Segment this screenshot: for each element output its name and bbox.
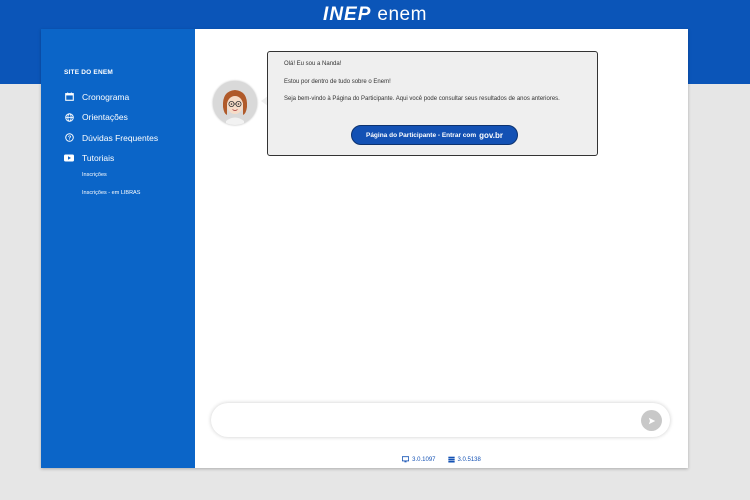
chat-message-line: Seja bem-vindo à Página do Participante.… [284, 96, 560, 103]
sidebar-item-tutoriais[interactable]: Tutoriais [64, 152, 195, 165]
chat-input[interactable] [211, 403, 670, 437]
back-version: 3.0.5138 [447, 456, 481, 463]
chat-area: Olá! Eu sou a Nanda! Estou por dentro de… [195, 29, 688, 468]
monitor-icon [402, 456, 410, 463]
globe-icon [64, 112, 74, 122]
govbr-login-button[interactable]: Página do Participante - Entrar com gov.… [351, 125, 518, 145]
assistant-avatar [213, 81, 257, 125]
sidebar-item-duvidas[interactable]: ? Dúvidas Frequentes [64, 131, 195, 144]
version-footer: 3.0.1097 3.0.5138 [195, 456, 688, 463]
video-icon [64, 153, 74, 163]
sidebar-item-label: Tutoriais [82, 153, 115, 163]
sidebar-item-label: Orientações [82, 112, 128, 122]
sidebar-subitem-inscricoes[interactable]: Inscrições [82, 172, 195, 178]
send-icon [648, 412, 656, 430]
brand-logo: INEP enem [0, 4, 750, 26]
calendar-icon [64, 92, 74, 102]
sidebar-item-cronograma[interactable]: Cronograma [64, 90, 195, 103]
question-icon: ? [64, 133, 74, 143]
server-icon [447, 456, 455, 463]
chat-message-bubble: Olá! Eu sou a Nanda! Estou por dentro de… [267, 51, 598, 156]
back-version-text: 3.0.5138 [457, 456, 481, 463]
front-version: 3.0.1097 [402, 456, 436, 463]
sidebar-subitem-inscricoes-libras[interactable]: Inscrições - em LIBRAS [82, 190, 195, 196]
sidebar: SITE DO ENEM Cronograma Orientações ? Dú… [41, 29, 195, 468]
send-button[interactable] [641, 410, 662, 431]
chat-message-line: Estou por dentro de tudo sobre o Enem! [284, 78, 391, 85]
chat-message-line: Olá! Eu sou a Nanda! [284, 61, 342, 67]
enem-logo: enem [377, 4, 427, 25]
front-version-text: 3.0.1097 [412, 456, 436, 463]
inep-logo: INEP [323, 4, 372, 25]
govbr-brand: gov.br [479, 130, 504, 140]
sidebar-item-label: Cronograma [82, 91, 130, 102]
login-button-label: Página do Participante - Entrar com [365, 131, 477, 139]
svg-text:?: ? [67, 136, 71, 142]
sidebar-item-label: Dúvidas Frequentes [82, 132, 159, 143]
app-card: SITE DO ENEM Cronograma Orientações ? Dú… [41, 29, 688, 468]
sidebar-section-title: SITE DO ENEM [64, 69, 113, 76]
sidebar-item-orientacoes[interactable]: Orientações [64, 111, 195, 124]
